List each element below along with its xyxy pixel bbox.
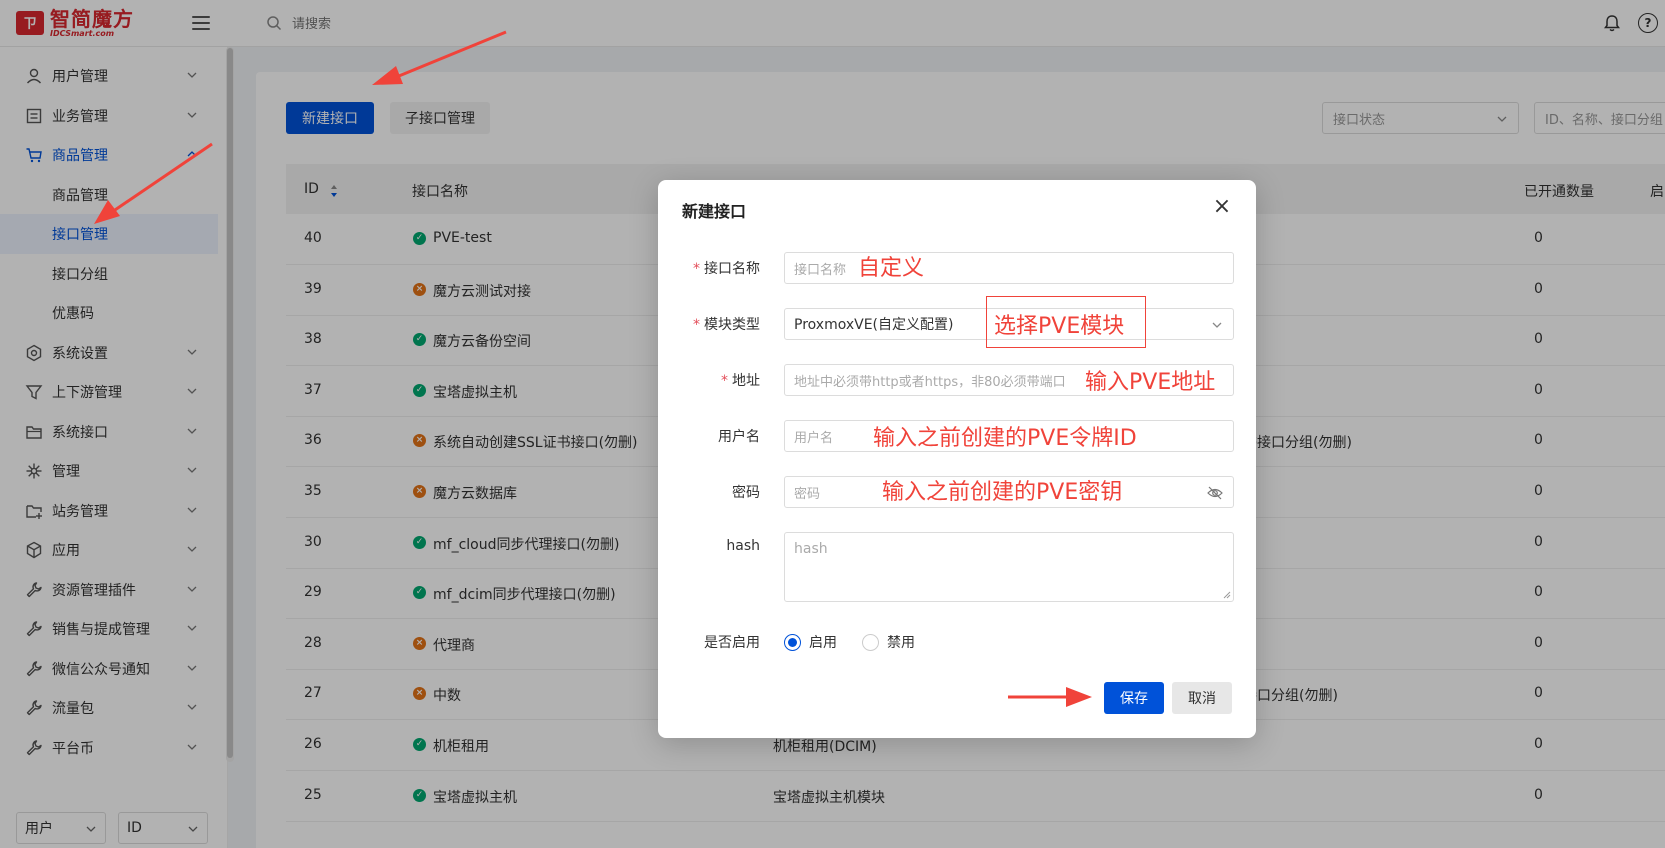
hash-field[interactable]: hash	[784, 532, 1234, 602]
module-select-value: ProxmoxVE(自定义配置)	[794, 317, 954, 333]
cancel-button[interactable]: 取消	[1172, 682, 1232, 714]
annotation-password-hint: 输入之前创建的PVE密钥	[882, 480, 1123, 505]
dialog-title: 新建接口	[682, 202, 747, 221]
username-label: 用户名	[718, 429, 760, 445]
annotation-module-hint: 选择PVE模块	[994, 314, 1125, 339]
enable-on-label: 启用	[809, 635, 837, 651]
annotation-username-hint: 输入之前创建的PVE令牌ID	[873, 426, 1137, 451]
name-label: * 接口名称	[693, 261, 760, 277]
address-label: * 地址	[721, 373, 760, 389]
enable-radio-on[interactable]: 启用	[784, 632, 837, 652]
enable-radio-off[interactable]: 禁用	[862, 632, 915, 652]
annotation-address-hint: 输入PVE地址	[1085, 370, 1216, 395]
name-field[interactable]: 接口名称	[784, 252, 1234, 284]
new-interface-dialog: 新建接口 × * 接口名称 接口名称 * 模块类型 ProxmoxVE(自定义配置)…	[658, 180, 1256, 738]
chevron-down-icon	[1212, 322, 1222, 328]
radio-checked-icon	[784, 633, 801, 651]
radio-unchecked-icon	[862, 633, 879, 651]
resize-grip-icon[interactable]	[1223, 591, 1231, 599]
hash-placeholder: hash	[794, 541, 828, 557]
save-button[interactable]: 保存	[1104, 682, 1164, 714]
password-label: 密码	[732, 485, 760, 501]
annotation-name-hint: 自定义	[858, 256, 925, 281]
close-icon[interactable]: ×	[1212, 196, 1232, 218]
module-label: * 模块类型	[693, 317, 760, 333]
password-placeholder: 密码	[794, 486, 821, 502]
enable-off-label: 禁用	[887, 635, 915, 651]
eye-off-icon[interactable]	[1207, 486, 1223, 500]
enable-label: 是否启用	[704, 635, 760, 651]
hash-label: hash	[726, 538, 760, 554]
